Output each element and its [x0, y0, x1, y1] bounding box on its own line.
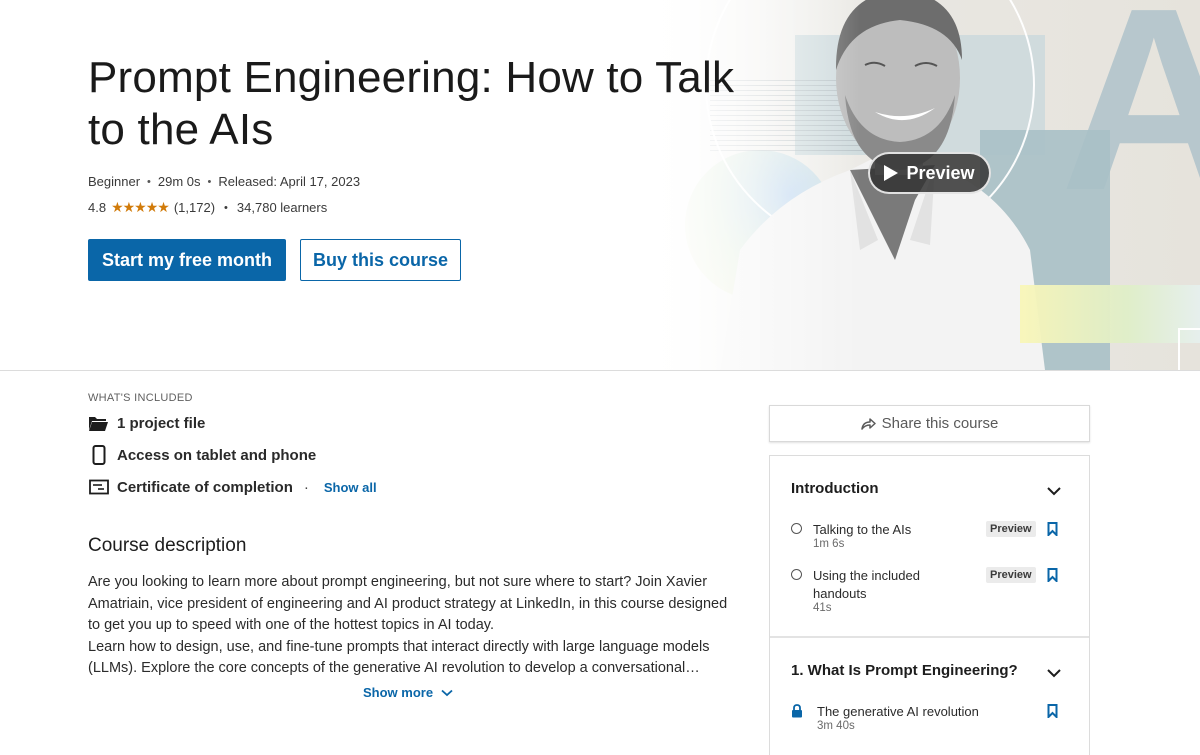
course-duration: 29m 0s: [157, 174, 201, 189]
chevron-down-icon[interactable]: [1046, 667, 1062, 679]
play-icon: [884, 165, 899, 181]
lesson-duration: 1m 6s: [813, 538, 845, 550]
lesson-title[interactable]: Using the included handouts: [813, 567, 953, 603]
rating-count: (1,172): [173, 200, 216, 215]
separator: ·: [303, 478, 309, 496]
course-rating: 4.8 ★★★★★ (1,172) • 34,780 learners: [88, 199, 327, 216]
buy-course-button[interactable]: Buy this course: [300, 239, 461, 281]
share-label: Share this course: [881, 415, 999, 432]
included-item: Certificate of completion · Show all: [88, 477, 377, 497]
start-free-month-button[interactable]: Start my free month: [88, 239, 286, 281]
section-divider: [770, 636, 1089, 638]
preview-badge: Preview: [986, 567, 1036, 583]
description-paragraph: Learn how to design, use, and fine-tune …: [88, 638, 710, 677]
course-level: Beginner: [88, 174, 141, 189]
star-rating-icon: ★★★★★: [111, 199, 170, 215]
certificate-icon: [88, 477, 109, 497]
included-item-label: Access on tablet and phone: [117, 446, 317, 464]
course-meta: Beginner • 29m 0s • Released: April 17, …: [88, 174, 360, 189]
bookmark-icon[interactable]: [1047, 568, 1058, 582]
show-all-link[interactable]: Show all: [324, 480, 377, 495]
course-description: Are you looking to learn more about prom…: [88, 572, 728, 680]
learner-count: 34,780 learners: [236, 200, 328, 215]
toc-section-introduction[interactable]: Introduction: [791, 480, 878, 497]
included-item: 1 project file: [88, 413, 205, 433]
lesson-status-icon: [791, 569, 802, 580]
share-icon: [860, 418, 876, 430]
table-of-contents: Introduction Talking to the AIs 1m 6s Pr…: [769, 455, 1090, 755]
lesson-title[interactable]: Talking to the AIs: [813, 521, 953, 539]
lesson-title[interactable]: The generative AI revolution: [817, 703, 1007, 721]
bookmark-icon[interactable]: [1047, 704, 1058, 718]
decor-block: [1020, 285, 1200, 343]
show-more-label: Show more: [363, 685, 434, 700]
description-paragraph: Are you looking to learn more about prom…: [88, 574, 728, 633]
folder-icon: [88, 413, 109, 433]
lock-icon: [792, 704, 802, 718]
show-more-button[interactable]: Show more: [363, 685, 453, 700]
phone-icon: [88, 445, 109, 465]
included-item-label: Certificate of completion: [117, 478, 293, 496]
preview-video-button[interactable]: Preview: [868, 152, 991, 194]
decor-corner: [1178, 328, 1200, 370]
chevron-down-icon: [441, 689, 453, 696]
included-item-label: 1 project file: [117, 414, 206, 432]
separator: •: [207, 175, 212, 188]
lesson-status-icon: [791, 523, 802, 534]
lesson-duration: 41s: [813, 602, 832, 614]
rating-score: 4.8: [88, 200, 107, 215]
preview-badge: Preview: [986, 521, 1036, 537]
course-hero: A Prompt Engineering: H: [0, 0, 1200, 371]
chevron-down-icon[interactable]: [1046, 485, 1062, 497]
included-item: Access on tablet and phone: [88, 445, 316, 465]
whats-included-heading: WHAT'S INCLUDED: [88, 392, 193, 404]
separator: •: [224, 201, 228, 214]
preview-label: Preview: [906, 162, 975, 183]
toc-section-what-is-prompt-engineering[interactable]: 1. What Is Prompt Engineering?: [791, 662, 1018, 679]
share-course-button[interactable]: Share this course: [769, 405, 1090, 442]
release-date: Released: April 17, 2023: [218, 174, 361, 189]
lesson-duration: 3m 40s: [817, 720, 855, 732]
course-title: Prompt Engineering: How to Talk to the A…: [88, 53, 735, 154]
bookmark-icon[interactable]: [1047, 522, 1058, 536]
course-description-heading: Course description: [88, 535, 247, 556]
separator: •: [147, 175, 151, 188]
